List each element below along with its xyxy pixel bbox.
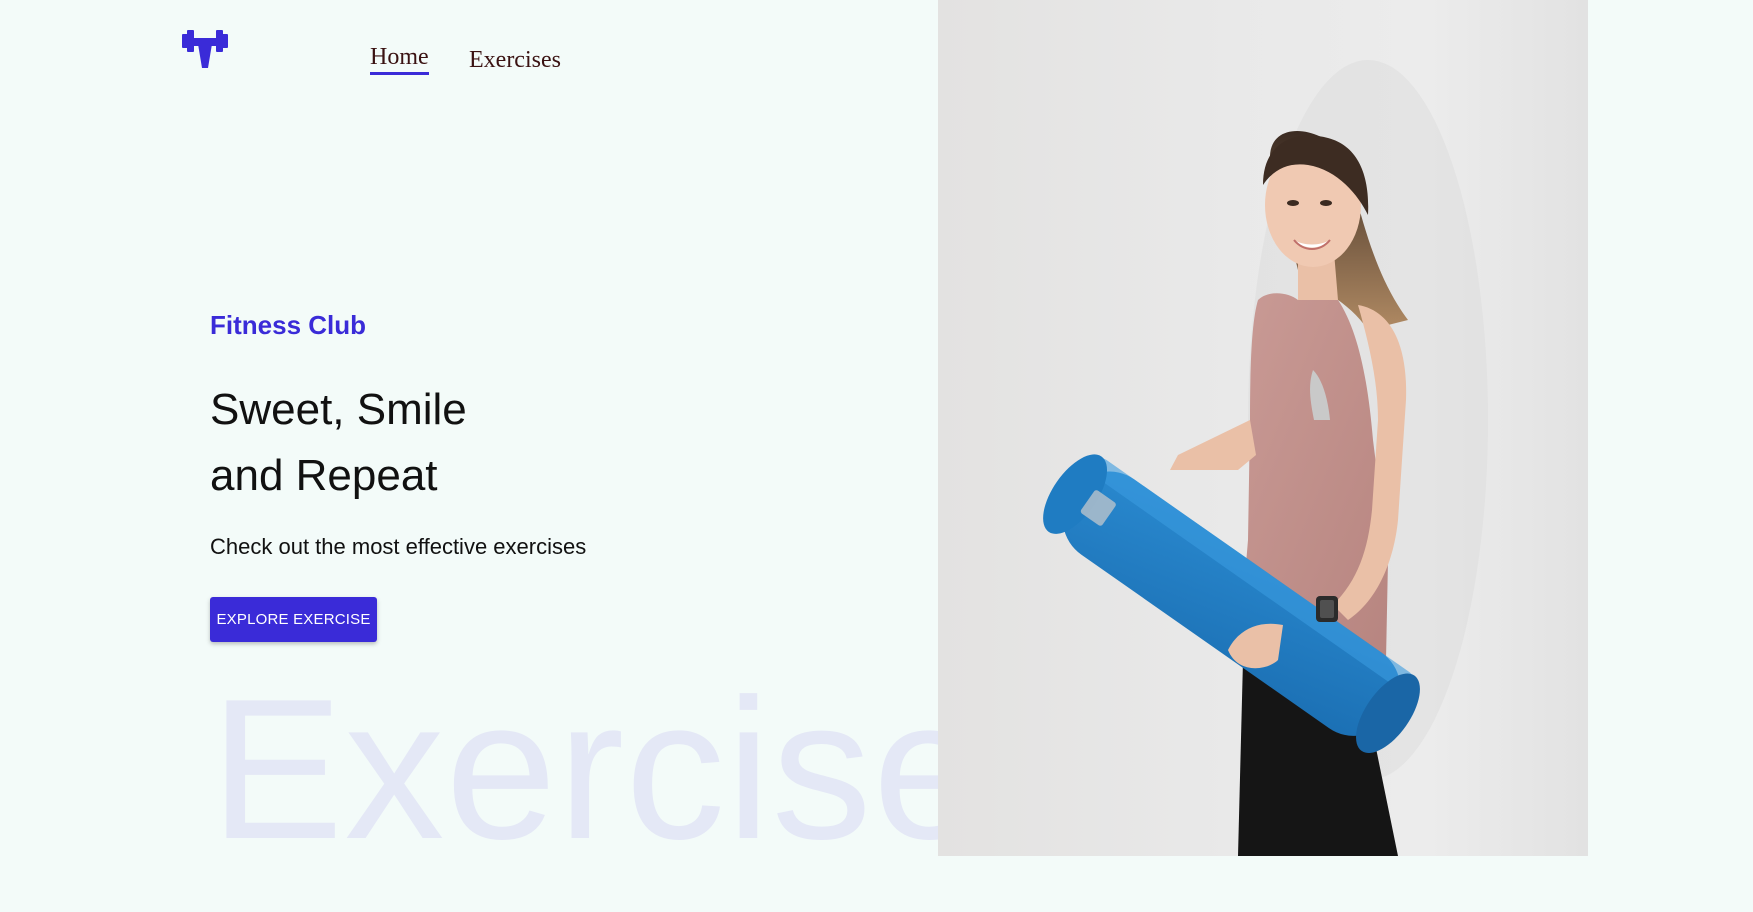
hero-headline: Sweet, Smile and Repeat — [210, 377, 467, 509]
hero-headline-line-1: Sweet, Smile — [210, 385, 467, 434]
hero-headline-line-2: and Repeat — [210, 451, 438, 500]
dumbbell-icon — [182, 30, 228, 68]
nav-home-link[interactable]: Home — [370, 43, 429, 75]
logo[interactable] — [180, 22, 230, 70]
hero-image — [938, 0, 1588, 856]
nav-exercises-link[interactable]: Exercises — [469, 46, 561, 74]
hero-tagline: Check out the most effective exercises — [210, 534, 587, 559]
hero-subtitle: Fitness Club — [210, 310, 367, 340]
explore-exercise-button[interactable]: EXPLORE EXERCISE — [210, 597, 377, 642]
background-watermark-text: Exercise — [210, 658, 985, 881]
